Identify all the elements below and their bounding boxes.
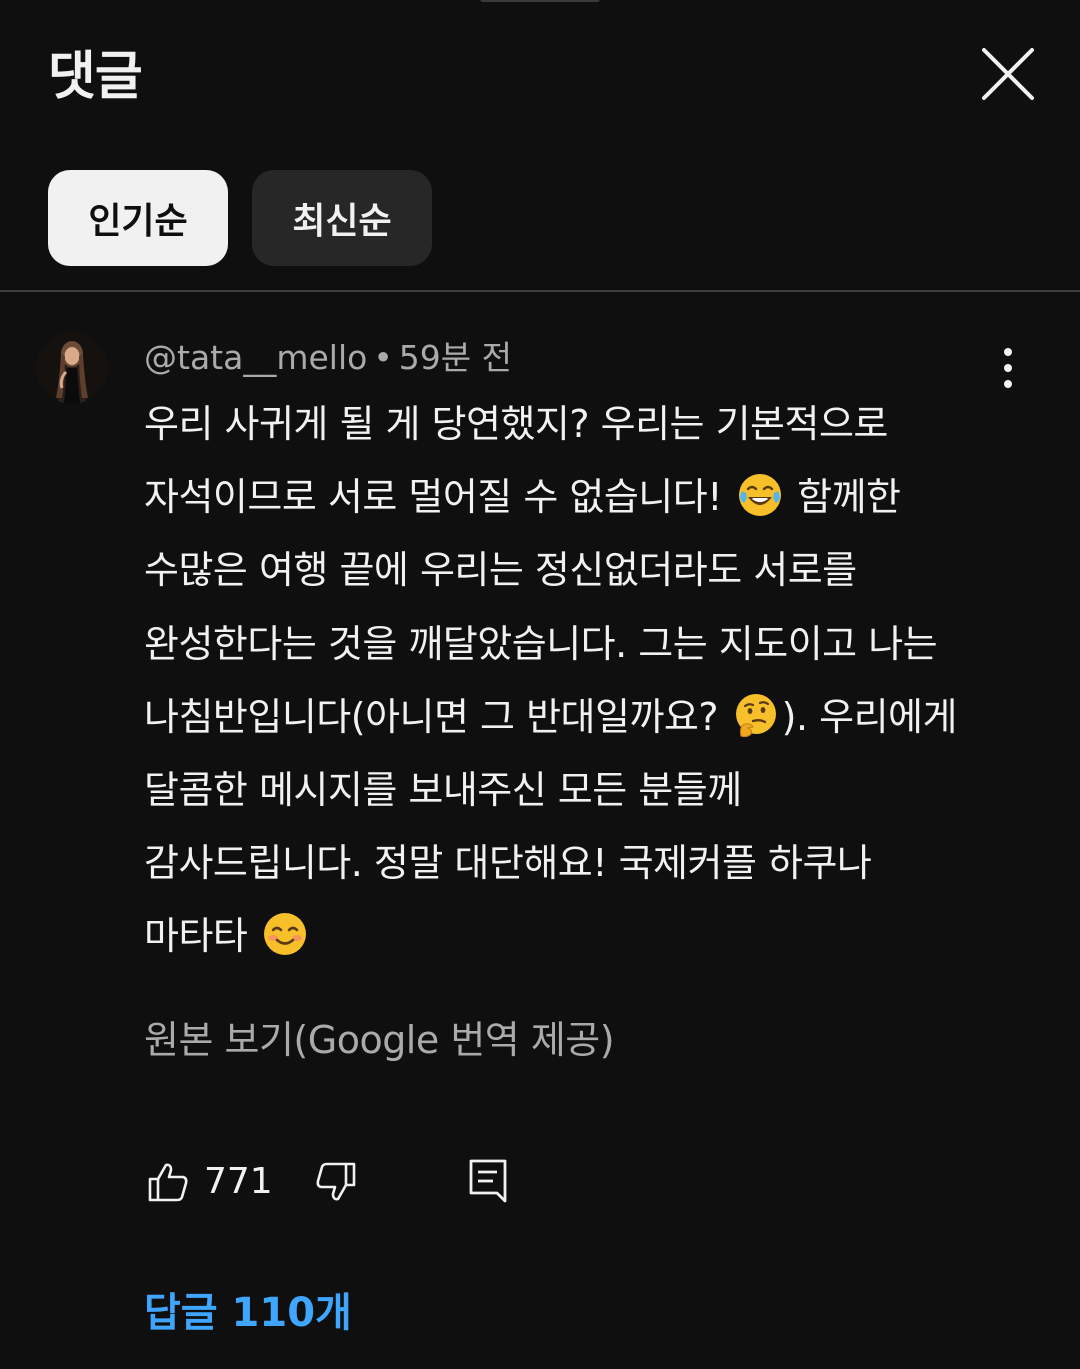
comment-text: 우리 사귀게 될 게 당연했지? 우리는 기본적으로 자석이므로 서로 멀어질 … — [144, 388, 1004, 974]
panel-title: 댓글 — [48, 47, 143, 107]
thumbs-down-icon — [316, 1162, 356, 1201]
smiling-face-emoji-icon — [263, 913, 306, 956]
comment-line: 감사드립니다. 정말 대단해요! 국제커플 하쿠나 — [144, 841, 872, 886]
thumbs-up-icon — [148, 1163, 188, 1202]
comment-line: 달콤한 메시지를 보내주신 모든 분들께 — [144, 767, 742, 812]
comment-line: 우리 사귀게 될 게 당연했지? 우리는 기본적으로 — [144, 402, 888, 446]
dislike-button[interactable] — [308, 1154, 364, 1210]
laughing-tears-emoji-icon — [738, 474, 781, 517]
comment-line: 수많은 여행 끝에 우리는 정신없더라도 서로를 — [144, 548, 857, 593]
comment-line: 마타타 — [144, 900, 1004, 973]
comment-line: 자석이므로 서로 멀어질 수 없습니다! 함께한 — [144, 461, 1004, 534]
view-replies-button[interactable]: 답글 110개 — [144, 1284, 352, 1342]
thinking-face-emoji-icon — [735, 693, 776, 737]
close-icon — [982, 48, 1034, 100]
like-button[interactable] — [140, 1154, 196, 1210]
sort-chip-newest[interactable]: 최신순 — [252, 170, 432, 266]
avatar-image — [36, 332, 108, 404]
comment-line: 나침반입니다(아니면 그 반대일까요? ). 우리에게 — [144, 681, 1004, 754]
see-original-link[interactable]: 원본 보기(Google 번역 제공) — [144, 1012, 615, 1068]
close-button[interactable] — [968, 34, 1048, 114]
comment-reply-icon — [469, 1159, 507, 1203]
drag-handle[interactable] — [480, 0, 600, 2]
comment-author[interactable]: @tata__mello — [144, 338, 367, 377]
more-vert-icon — [1004, 348, 1012, 388]
meta-separator: • — [373, 338, 393, 377]
comment-time: 59분 전 — [398, 338, 512, 377]
reply-button[interactable] — [460, 1152, 516, 1208]
divider — [0, 290, 1080, 292]
like-count: 771 — [204, 1161, 273, 1202]
comment-meta: @tata__mello • 59분 전 — [144, 334, 512, 382]
sort-chip-popular[interactable]: 인기순 — [48, 170, 228, 266]
comment-line: 완성한다는 것을 깨달았습니다. 그는 지도이고 나는 — [144, 621, 938, 666]
avatar[interactable] — [36, 332, 108, 404]
